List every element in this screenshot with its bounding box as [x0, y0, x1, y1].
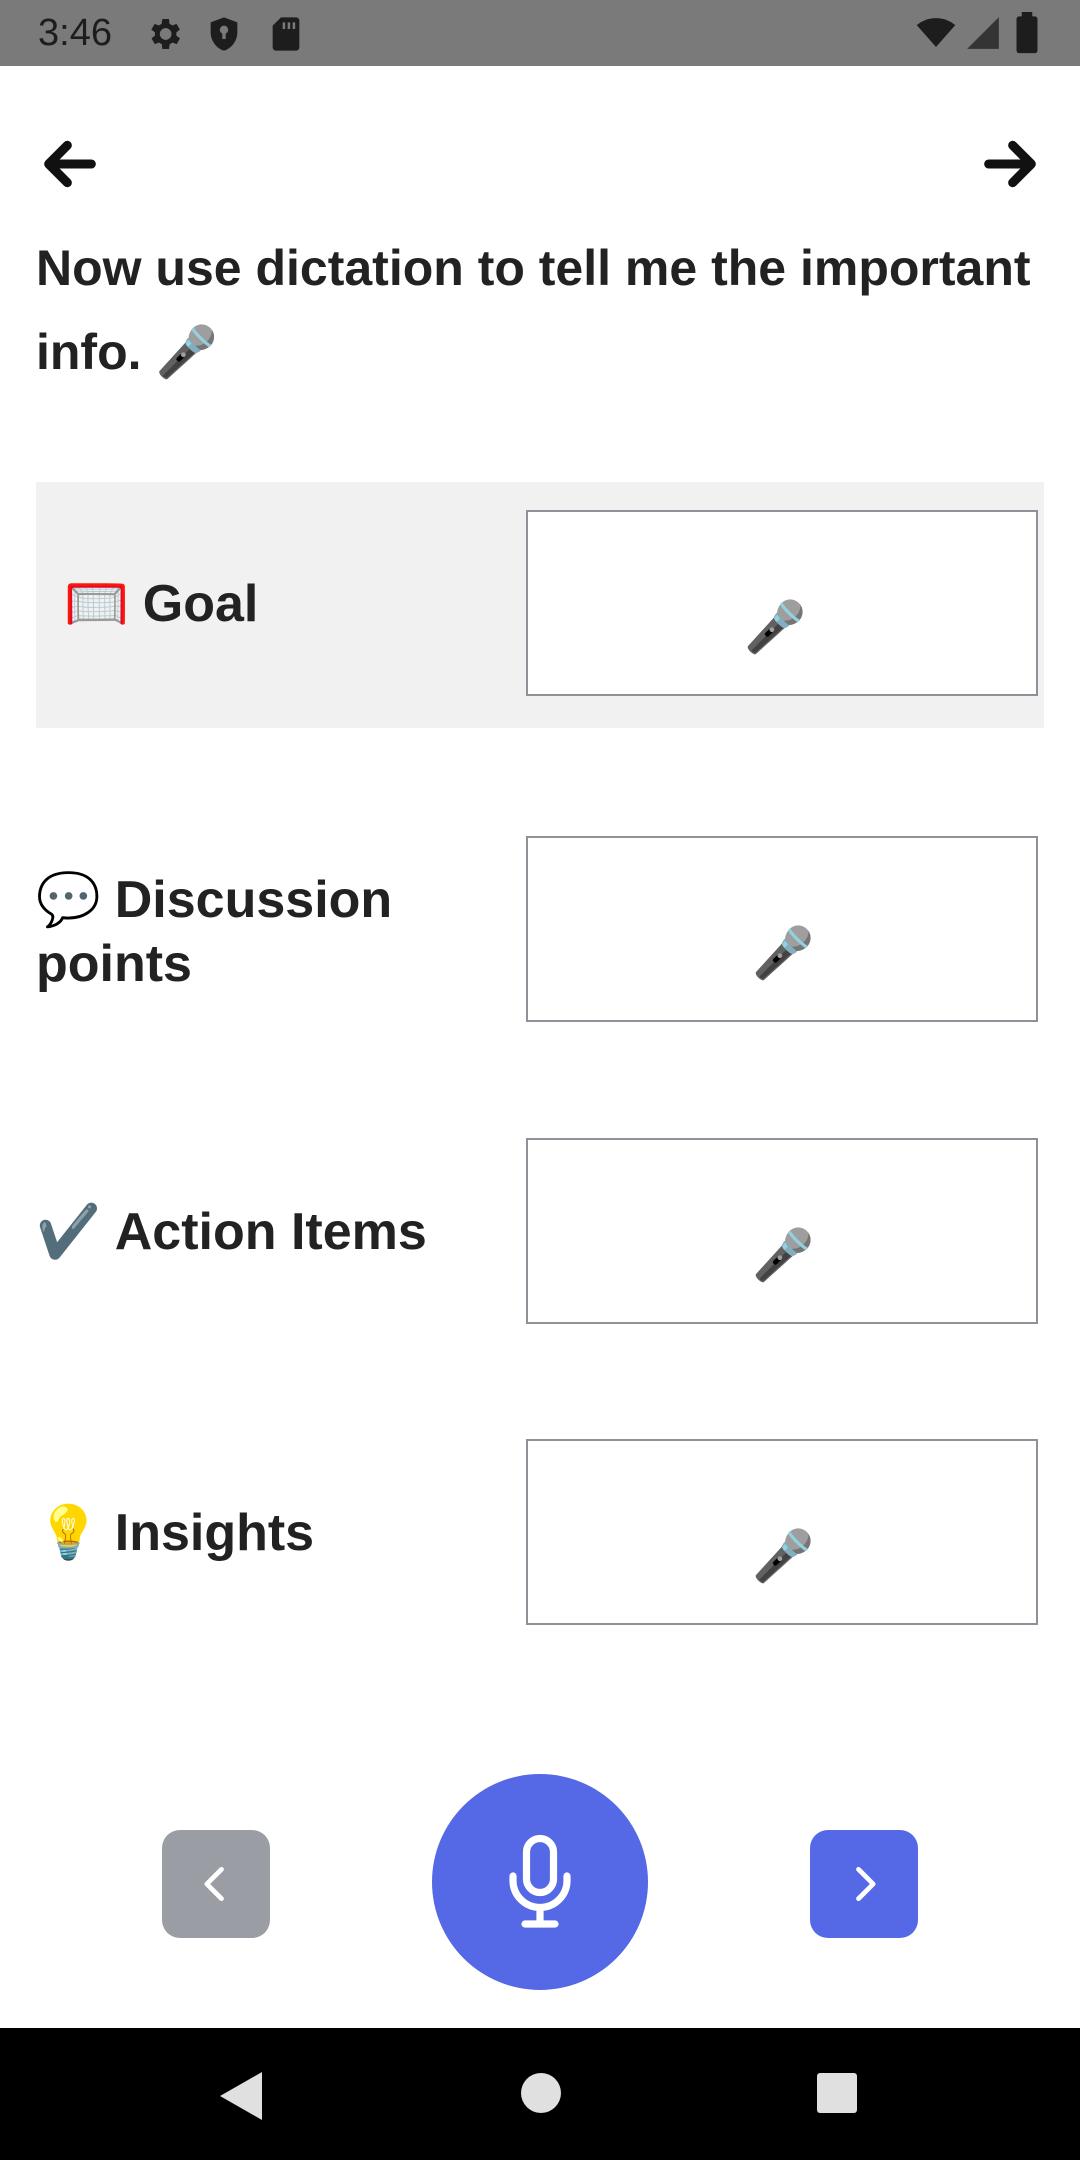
row-discussion-points: 💬 Discussion points 🎤	[36, 836, 1044, 1030]
row-label-goal: 🥅 Goal	[64, 572, 534, 636]
check-mark-emoji: ✔️	[36, 1203, 101, 1261]
insights-input-field[interactable]: 🎤	[526, 1439, 1038, 1625]
insights-field-microphone-icon: 🎤	[752, 1528, 815, 1584]
action-items-label: Action Items	[114, 1203, 427, 1261]
status-bar: 3:46	[0, 0, 1080, 66]
arrow-right-icon[interactable]	[978, 132, 1042, 196]
row-goal: 🥅 Goal 🎤	[36, 482, 1044, 728]
speech-bubble-emoji: 💬	[36, 871, 101, 929]
discussion-field-microphone-icon: 🎤	[752, 925, 815, 981]
dictation-microphone-button[interactable]	[432, 1774, 648, 1990]
chevron-right-icon	[856, 1866, 876, 1902]
arrow-left-icon[interactable]	[38, 132, 102, 196]
microphone-icon	[509, 1834, 571, 1928]
gear-icon	[151, 19, 180, 49]
status-time: 3:46	[38, 12, 112, 54]
chevron-left-icon	[204, 1866, 224, 1902]
sd-card-icon	[272, 17, 300, 51]
row-insights: 💡 Insights 🎤	[36, 1439, 1044, 1633]
heading-microphone-emoji: 🎤	[155, 324, 218, 380]
row-label-action-items: ✔️ Action Items	[36, 1200, 506, 1264]
light-bulb-emoji: 💡	[36, 1504, 101, 1562]
recents-square-icon[interactable]	[816, 2072, 858, 2114]
shield-icon	[210, 17, 238, 51]
next-button[interactable]	[810, 1830, 918, 1938]
action-items-field-microphone-icon: 🎤	[752, 1227, 815, 1283]
insights-label: Insights	[114, 1504, 315, 1562]
signal-icon	[967, 17, 999, 49]
action-items-input-field[interactable]: 🎤	[526, 1138, 1038, 1324]
row-action-items: ✔️ Action Items 🎤	[36, 1138, 1044, 1332]
goal-field-microphone-icon: 🎤	[744, 599, 807, 655]
back-triangle-icon[interactable]	[218, 2070, 264, 2122]
previous-button[interactable]	[162, 1830, 270, 1938]
home-circle-icon[interactable]	[520, 2072, 562, 2114]
goal-input-field[interactable]: 🎤	[526, 510, 1038, 696]
page-title: Now use dictation to tell me the importa…	[36, 226, 1036, 394]
system-navigation-bar	[0, 2028, 1080, 2160]
row-label-insights: 💡 Insights	[36, 1501, 506, 1565]
row-label-discussion-points: 💬 Discussion points	[36, 868, 506, 996]
goal-label: Goal	[142, 575, 259, 633]
battery-icon	[1016, 12, 1038, 54]
goal-net-emoji: 🥅	[64, 575, 129, 633]
discussion-points-input-field[interactable]: 🎤	[526, 836, 1038, 1022]
wifi-icon	[916, 18, 956, 47]
